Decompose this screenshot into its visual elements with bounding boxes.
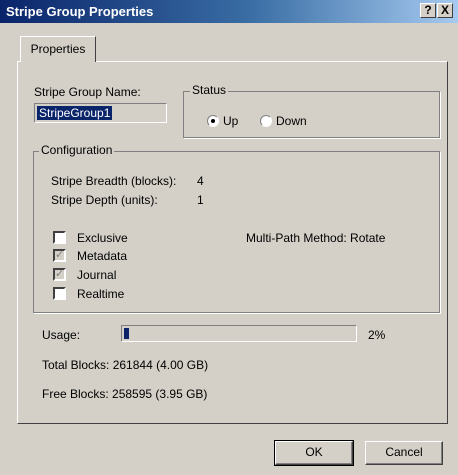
tab-properties[interactable]: Properties bbox=[20, 36, 96, 62]
status-up-radio[interactable] bbox=[207, 115, 219, 127]
close-button[interactable]: X bbox=[437, 3, 453, 18]
ok-button[interactable]: OK bbox=[274, 440, 354, 466]
usage-progress-fill bbox=[124, 328, 129, 339]
metadata-checkbox[interactable]: ✓ bbox=[53, 249, 66, 262]
status-group bbox=[183, 91, 440, 138]
journal-label: Journal bbox=[77, 268, 117, 282]
stripe-depth-value: 1 bbox=[197, 193, 204, 207]
stripe-group-name-value: StripeGroup1 bbox=[37, 106, 113, 120]
realtime-label: Realtime bbox=[77, 287, 125, 301]
configuration-legend: Configuration bbox=[39, 143, 115, 157]
title-bar[interactable]: Stripe Group Properties ? X bbox=[0, 0, 458, 23]
metadata-label: Metadata bbox=[77, 249, 128, 263]
cancel-button[interactable]: Cancel bbox=[365, 441, 443, 465]
window-title: Stripe Group Properties bbox=[6, 4, 154, 19]
total-blocks-text: Total Blocks: 261844 (4.00 GB) bbox=[42, 358, 209, 372]
exclusive-checkbox[interactable] bbox=[53, 231, 66, 244]
exclusive-label: Exclusive bbox=[77, 231, 128, 245]
stripe-breadth-value: 4 bbox=[197, 174, 204, 188]
stripe-depth-label: Stripe Depth (units): bbox=[51, 193, 158, 207]
help-button[interactable]: ? bbox=[420, 3, 436, 18]
usage-percent: 2% bbox=[368, 328, 386, 342]
free-blocks-text: Free Blocks: 258595 (3.95 GB) bbox=[42, 387, 208, 401]
status-down-radio[interactable] bbox=[260, 115, 272, 127]
realtime-checkbox[interactable] bbox=[53, 287, 66, 300]
tab-properties-label: Properties bbox=[30, 42, 86, 56]
stripe-group-name-field[interactable]: StripeGroup1 bbox=[34, 103, 167, 123]
stripe-breadth-label: Stripe Breadth (blocks): bbox=[51, 174, 177, 188]
multipath-method-text: Multi-Path Method: Rotate bbox=[246, 231, 386, 245]
status-down-label: Down bbox=[276, 114, 307, 128]
status-up-label: Up bbox=[223, 114, 239, 128]
journal-checkbox[interactable]: ✓ bbox=[53, 268, 66, 281]
usage-label: Usage: bbox=[42, 328, 81, 342]
usage-progress-bar bbox=[121, 325, 357, 342]
status-legend: Status bbox=[190, 83, 229, 97]
stripe-group-properties-dialog: Stripe Group Properties ? X Properties S… bbox=[0, 0, 458, 475]
stripe-group-name-label: Stripe Group Name: bbox=[34, 85, 141, 99]
